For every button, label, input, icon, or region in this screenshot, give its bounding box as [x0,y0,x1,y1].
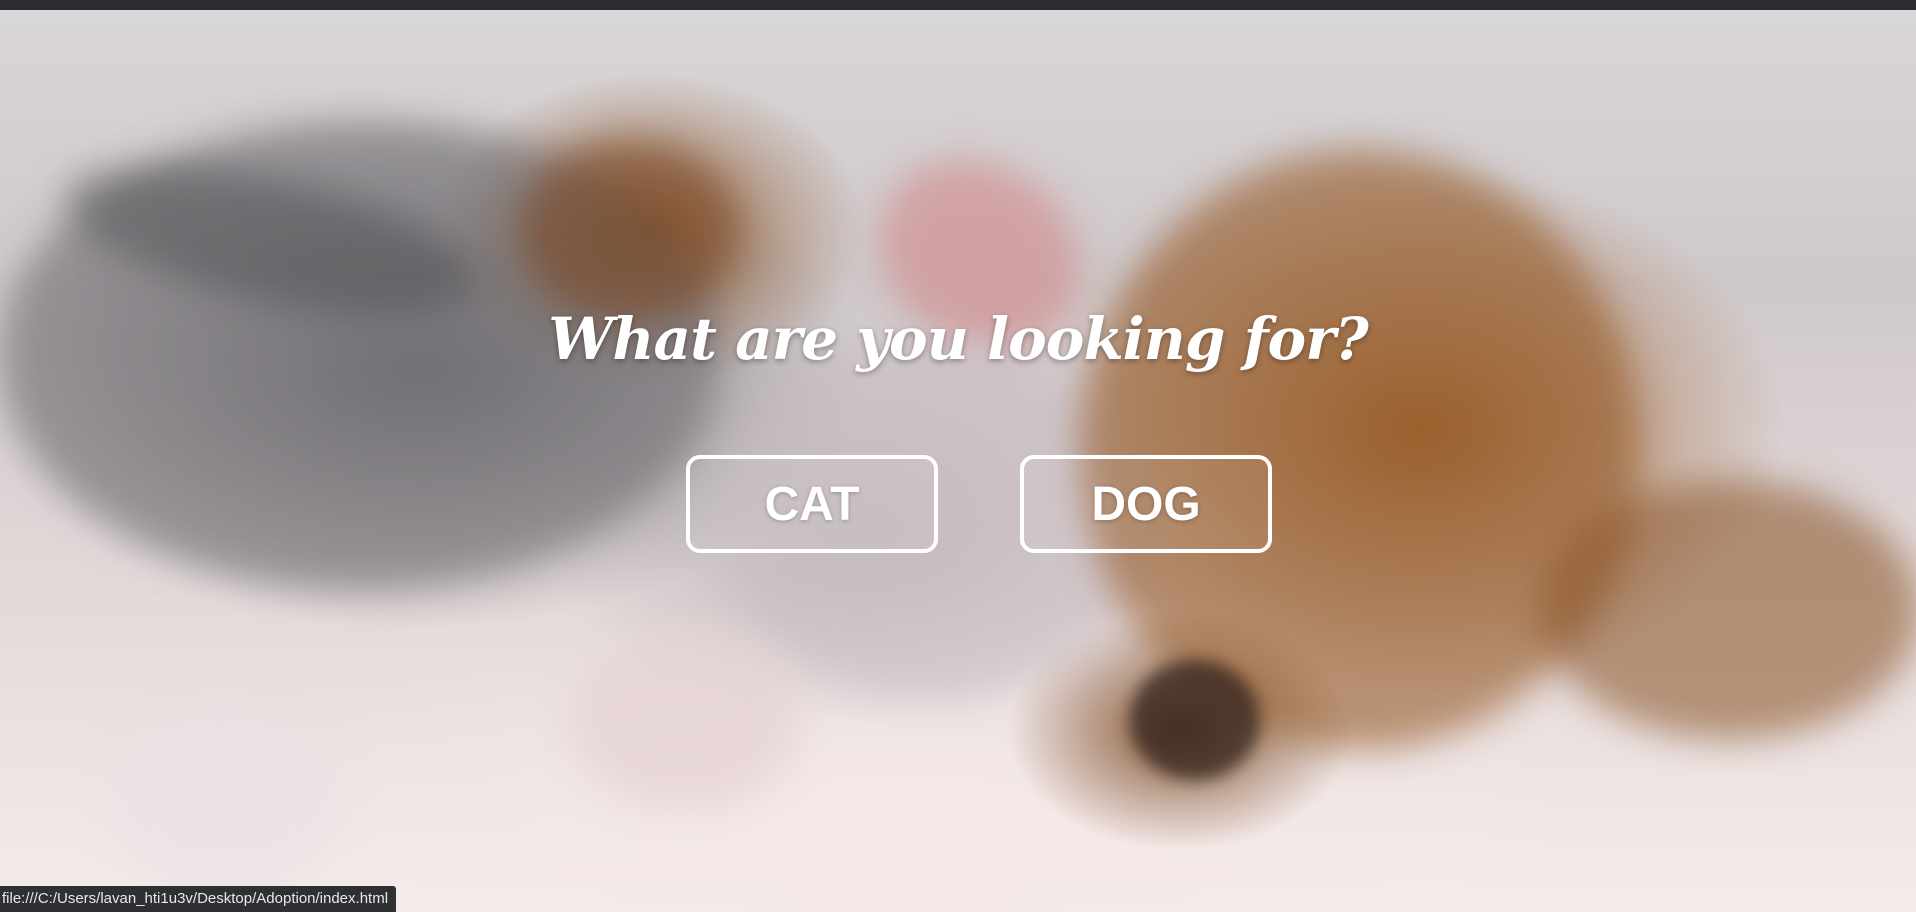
dog-button[interactable]: DOG [1020,455,1272,553]
kitten-paw-shape [110,710,340,900]
kitten-front-paw-shape [570,630,800,810]
link-status-bar: file:///C:/Users/lavan_hti1u3v/Desktop/A… [0,886,397,912]
puppy-ear-shape [1540,480,1916,740]
puppy-nose-shape [1130,660,1260,780]
page-headline: What are you looking for? [548,305,1369,373]
puppy-paw-shape [520,140,740,320]
cat-button[interactable]: CAT [686,455,938,553]
hero-background-image [0,10,1916,912]
browser-top-strip [0,0,1916,10]
